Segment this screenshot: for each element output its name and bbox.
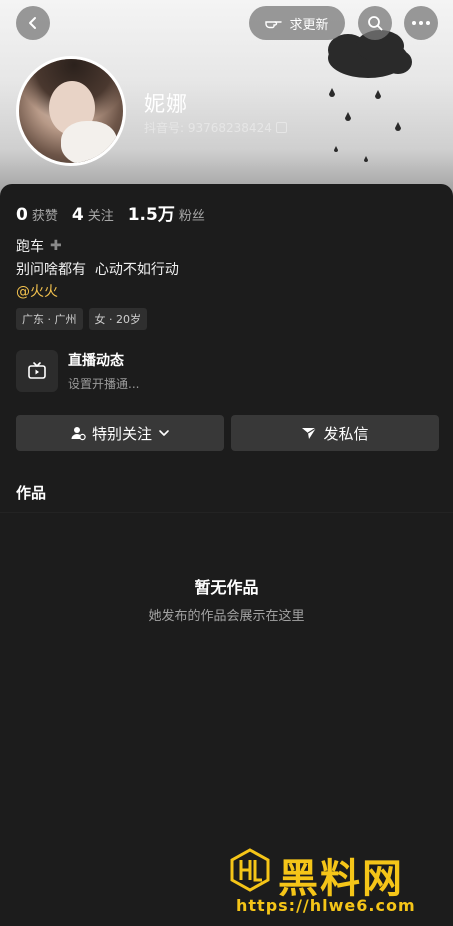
pointing-hand-icon bbox=[265, 21, 283, 29]
location-chip: 广东 · 广州 bbox=[16, 308, 83, 330]
empty-state-subtitle: 她发布的作品会展示在这里 bbox=[148, 609, 305, 624]
works-tab[interactable]: 作品 bbox=[16, 482, 46, 503]
stats-row: 0 获赞 4 关注 1.5万 粉丝 bbox=[16, 200, 219, 225]
avatar-plush-toy bbox=[61, 121, 117, 163]
copy-icon[interactable] bbox=[275, 122, 287, 133]
special-follow-label: 特别关注 bbox=[91, 424, 152, 443]
tv-icon bbox=[28, 362, 46, 379]
profile-header: 求更新 妮娜 抖音号: 93768238424 bbox=[0, 0, 453, 200]
mention-link[interactable]: @火火 bbox=[16, 281, 58, 301]
live-texts: 直播动态 设置开播通... bbox=[68, 350, 139, 392]
stat-likes-count: 0 bbox=[16, 205, 28, 225]
profile-panel: 0 获赞 4 关注 1.5万 粉丝 跑车 ✚ 别问啥都有 心动不如行动 @火火 … bbox=[0, 184, 453, 926]
search-button[interactable] bbox=[358, 6, 392, 40]
stat-following-label: 关注 bbox=[87, 209, 114, 224]
stat-following[interactable]: 4 关注 bbox=[72, 205, 114, 225]
live-activity-card[interactable]: 直播动态 设置开播通... bbox=[16, 350, 139, 392]
stat-followers[interactable]: 1.5万 粉丝 bbox=[128, 200, 205, 225]
works-divider bbox=[0, 512, 453, 513]
request-update-label: 求更新 bbox=[289, 17, 329, 33]
user-star-icon bbox=[71, 427, 86, 441]
more-dots-icon bbox=[412, 21, 430, 25]
special-follow-button[interactable]: 特别关注 bbox=[16, 415, 224, 451]
profile-tag-text: 跑车 bbox=[16, 239, 44, 255]
stat-likes[interactable]: 0 获赞 bbox=[16, 205, 58, 225]
more-button[interactable] bbox=[404, 6, 438, 40]
rain-drops-icon bbox=[329, 88, 401, 162]
account-id-text: 抖音号: 93768238424 bbox=[144, 121, 272, 135]
chevron-down-icon bbox=[159, 430, 169, 436]
chevron-left-icon bbox=[29, 17, 36, 29]
watermark: 黑料网 https://hlwe6.com bbox=[228, 848, 446, 918]
live-title: 直播动态 bbox=[68, 353, 124, 369]
bio-text: 别问啥都有 心动不如行动 bbox=[16, 262, 179, 278]
live-subtitle: 设置开播通... bbox=[68, 377, 140, 391]
account-id[interactable]: 抖音号: 93768238424 bbox=[144, 119, 287, 136]
gender-age-chip: 女 · 20岁 bbox=[88, 308, 147, 330]
avatar[interactable] bbox=[16, 56, 126, 166]
empty-state-title: 暂无作品 bbox=[194, 578, 259, 597]
watermark-url: https://hlwe6.com bbox=[236, 896, 416, 915]
request-update-button[interactable]: 求更新 bbox=[249, 6, 345, 40]
stat-followers-label: 粉丝 bbox=[178, 209, 205, 224]
paper-plane-icon bbox=[302, 427, 317, 439]
search-icon bbox=[368, 16, 383, 31]
send-message-label: 发私信 bbox=[323, 424, 369, 443]
info-chips: 广东 · 广州 女 · 20岁 bbox=[16, 308, 147, 330]
back-button[interactable] bbox=[16, 6, 50, 40]
stat-following-count: 4 bbox=[71, 205, 84, 225]
watermark-logo-icon bbox=[230, 848, 270, 892]
nickname: 妮娜 bbox=[144, 92, 188, 116]
stat-followers-count: 1.5万 bbox=[127, 205, 175, 225]
send-message-button[interactable]: 发私信 bbox=[231, 415, 439, 451]
live-icon-box bbox=[16, 350, 58, 392]
add-icon[interactable]: ✚ bbox=[50, 238, 62, 254]
stat-likes-label: 获赞 bbox=[31, 209, 58, 224]
profile-tag: 跑车 ✚ bbox=[16, 236, 62, 256]
